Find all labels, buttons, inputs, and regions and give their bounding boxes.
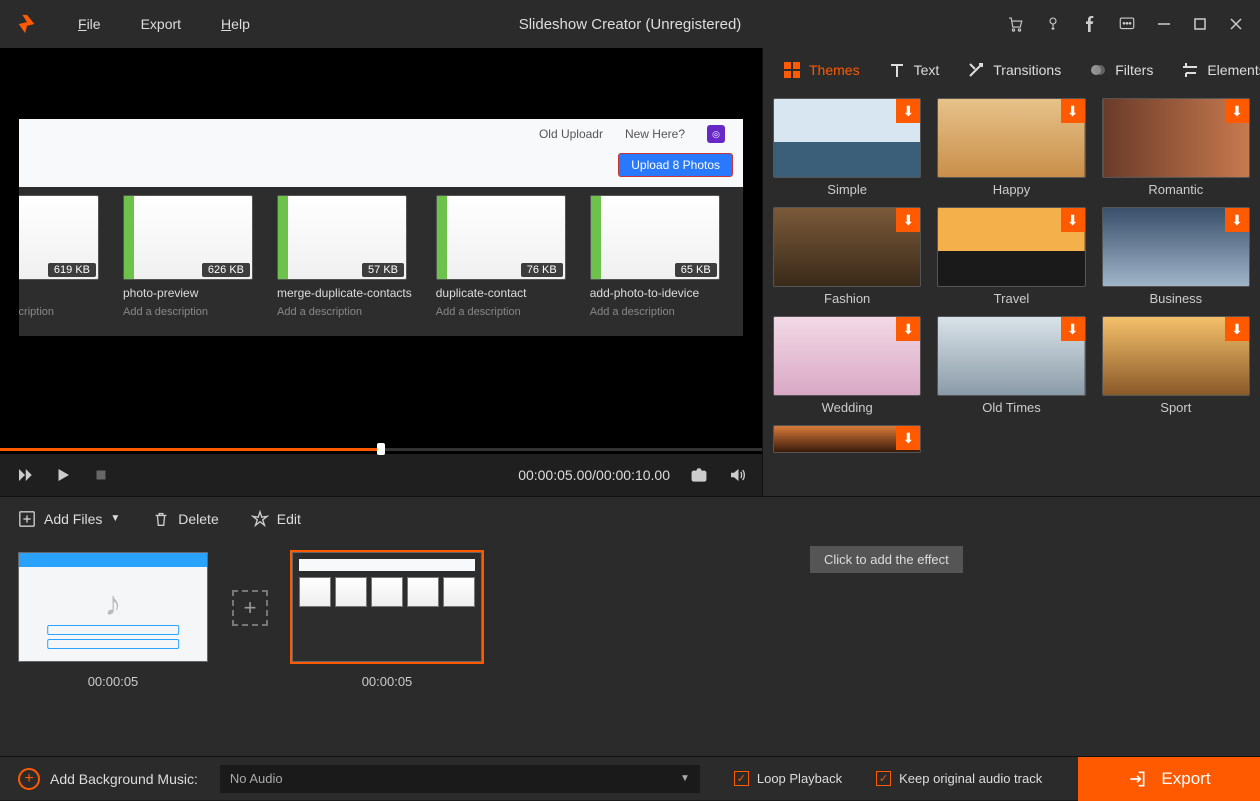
theme-fashion[interactable]: ⬇Fashion xyxy=(773,207,921,310)
timeline-toolbar: Add Files ▼ Delete Edit xyxy=(0,496,1260,540)
tab-themes[interactable]: Themes xyxy=(773,55,870,85)
volume-icon[interactable] xyxy=(728,466,746,484)
plus-circle-icon: + xyxy=(18,768,40,790)
close-icon[interactable] xyxy=(1228,16,1244,32)
clip-2[interactable]: 00:00:05 xyxy=(292,552,482,689)
bottom-bar: + Add Background Music: No Audio ▼ ✓Loop… xyxy=(0,756,1260,800)
tab-filters[interactable]: Filters xyxy=(1079,55,1163,85)
preview-pane: Old Uploadr New Here? ◎ Upload 8 Photos … xyxy=(0,48,762,496)
download-icon[interactable]: ⬇ xyxy=(896,208,920,232)
app-logo-icon xyxy=(16,13,38,35)
link-old-uploadr: Old Uploadr xyxy=(539,127,603,141)
seek-bar[interactable] xyxy=(0,444,762,454)
audio-select[interactable]: No Audio ▼ xyxy=(220,765,700,793)
music-icon: ♪ xyxy=(105,585,122,624)
play-icon[interactable] xyxy=(54,466,72,484)
theme-extra[interactable]: ⬇ xyxy=(773,425,921,453)
clip-timestamp: 00:00:05 xyxy=(88,674,139,689)
theme-simple[interactable]: ⬇Simple xyxy=(773,98,921,201)
preview-canvas: Old Uploadr New Here? ◎ Upload 8 Photos … xyxy=(0,48,762,444)
download-icon[interactable]: ⬇ xyxy=(1061,317,1085,341)
chevron-down-icon: ▼ xyxy=(110,513,120,524)
themes-grid: ⬇Simple ⬇Happy ⬇Romantic ⬇Fashion ⬇Trave… xyxy=(763,92,1260,496)
add-bg-music[interactable]: + Add Background Music: xyxy=(18,768,198,790)
effects-panel: Themes Text Transitions Filters Elements… xyxy=(762,48,1260,496)
loop-playback-checkbox[interactable]: ✓Loop Playback xyxy=(734,771,842,786)
add-files-button[interactable]: Add Files ▼ xyxy=(18,510,120,528)
window-title: Slideshow Creator (Unregistered) xyxy=(519,16,742,33)
minimize-icon[interactable] xyxy=(1156,16,1172,32)
window-controls xyxy=(1006,15,1244,33)
download-icon[interactable]: ⬇ xyxy=(896,426,920,450)
storyboard: ♪ 00:00:05 + 00:00:05 Click to add the e… xyxy=(0,540,1260,764)
menu-export[interactable]: Export xyxy=(141,16,181,32)
cart-icon[interactable] xyxy=(1006,15,1024,33)
chevron-down-icon: ▼ xyxy=(680,773,690,784)
theme-sport[interactable]: ⬇Sport xyxy=(1102,316,1250,419)
theme-business[interactable]: ⬇Business xyxy=(1102,207,1250,310)
menu-file[interactable]: File xyxy=(78,16,101,32)
download-icon[interactable]: ⬇ xyxy=(1061,99,1085,123)
add-transition-slot[interactable]: + xyxy=(232,590,268,626)
upload-button: Upload 8 Photos xyxy=(618,153,733,177)
clip-1[interactable]: ♪ 00:00:05 xyxy=(18,552,208,689)
time-display: 00:00:05.00/00:00:10.00 xyxy=(518,467,670,483)
theme-old-times[interactable]: ⬇Old Times xyxy=(937,316,1085,419)
preview-content: Old Uploadr New Here? ◎ Upload 8 Photos … xyxy=(18,118,744,337)
download-icon[interactable]: ⬇ xyxy=(1225,317,1249,341)
tab-elements[interactable]: Elements xyxy=(1171,55,1260,85)
download-icon[interactable]: ⬇ xyxy=(896,99,920,123)
download-icon[interactable]: ⬇ xyxy=(1225,99,1249,123)
badge-icon: ◎ xyxy=(707,125,725,143)
theme-romantic[interactable]: ⬇Romantic xyxy=(1102,98,1250,201)
key-icon[interactable] xyxy=(1044,15,1062,33)
link-new-here: New Here? xyxy=(625,127,685,141)
theme-happy[interactable]: ⬇Happy xyxy=(937,98,1085,201)
maximize-icon[interactable] xyxy=(1192,16,1208,32)
keep-audio-checkbox[interactable]: ✓Keep original audio track xyxy=(876,771,1042,786)
stop-icon[interactable] xyxy=(92,466,110,484)
edit-button[interactable]: Edit xyxy=(251,510,301,528)
export-button[interactable]: Export xyxy=(1078,757,1260,801)
delete-button[interactable]: Delete xyxy=(152,510,218,528)
menu-help[interactable]: Help xyxy=(221,16,250,32)
download-icon[interactable]: ⬇ xyxy=(1061,208,1085,232)
fast-play-icon[interactable] xyxy=(16,466,34,484)
seek-handle[interactable] xyxy=(377,443,385,455)
download-icon[interactable]: ⬇ xyxy=(1225,208,1249,232)
snapshot-icon[interactable] xyxy=(690,466,708,484)
effect-hint[interactable]: Click to add the effect xyxy=(810,546,963,573)
tab-transitions[interactable]: Transitions xyxy=(957,55,1071,85)
theme-wedding[interactable]: ⬇Wedding xyxy=(773,316,921,419)
tab-text[interactable]: Text xyxy=(878,55,950,85)
theme-travel[interactable]: ⬇Travel xyxy=(937,207,1085,310)
feedback-icon[interactable] xyxy=(1118,15,1136,33)
title-bar: File Export Help Slideshow Creator (Unre… xyxy=(0,0,1260,48)
clip-timestamp: 00:00:05 xyxy=(362,674,413,689)
facebook-icon[interactable] xyxy=(1082,16,1098,32)
main-menu: File Export Help xyxy=(78,16,250,32)
effects-tabs: Themes Text Transitions Filters Elements xyxy=(763,48,1260,92)
playback-controls: 00:00:05.00/00:00:10.00 xyxy=(0,454,762,496)
download-icon[interactable]: ⬇ xyxy=(896,317,920,341)
